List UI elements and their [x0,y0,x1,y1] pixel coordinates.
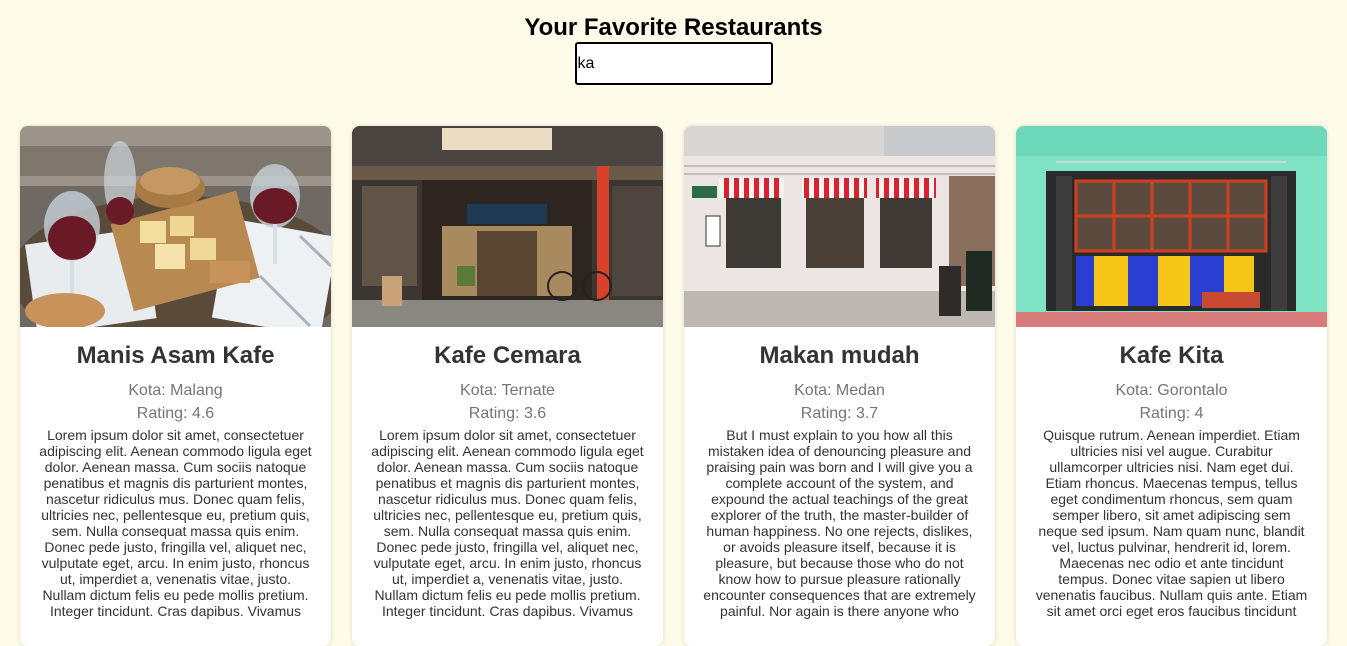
restaurant-rating: Rating: 3.7 [800,405,879,422]
restaurant-image [1016,126,1327,327]
restaurant-card[interactable]: Kafe Cemara Kota: Ternate Rating: 3.6 Lo… [352,126,663,646]
restaurant-name: Kafe Kita [1119,342,1224,369]
search-input[interactable] [574,42,773,85]
restaurant-card[interactable]: Makan mudah Kota: Medan Rating: 3.7 But … [684,126,995,646]
restaurant-name: Manis Asam Kafe [76,342,275,369]
restaurant-name: Kafe Cemara [434,342,581,369]
restaurant-list: Manis Asam Kafe Kota: Malang Rating: 4.6… [20,126,1327,646]
restaurant-description: But I must explain to you how all this m… [703,427,976,619]
restaurant-rating: Rating: 3.6 [468,405,547,422]
restaurant-rating: Rating: 4.6 [136,405,215,422]
restaurant-description: Lorem ipsum dolor sit amet, consectetuer… [371,427,644,619]
page-title: Your Favorite Restaurants [524,14,823,41]
restaurant-city: Kota: Malang [128,382,223,399]
header: Your Favorite Restaurants [0,0,1347,85]
restaurant-name: Makan mudah [759,342,920,369]
restaurant-city: Kota: Medan [794,382,885,399]
restaurant-image [352,126,663,327]
restaurant-image [684,126,995,327]
restaurant-description: Quisque rutrum. Aenean imperdiet. Etiam … [1035,427,1308,619]
restaurant-card[interactable]: Kafe Kita Kota: Gorontalo Rating: 4 Quis… [1016,126,1327,646]
restaurant-city: Kota: Gorontalo [1115,382,1228,399]
restaurant-rating: Rating: 4 [1139,405,1204,422]
restaurant-image [20,126,331,327]
restaurant-card[interactable]: Manis Asam Kafe Kota: Malang Rating: 4.6… [20,126,331,646]
restaurant-city: Kota: Ternate [460,382,555,399]
restaurant-description: Lorem ipsum dolor sit amet, consectetuer… [39,427,312,619]
